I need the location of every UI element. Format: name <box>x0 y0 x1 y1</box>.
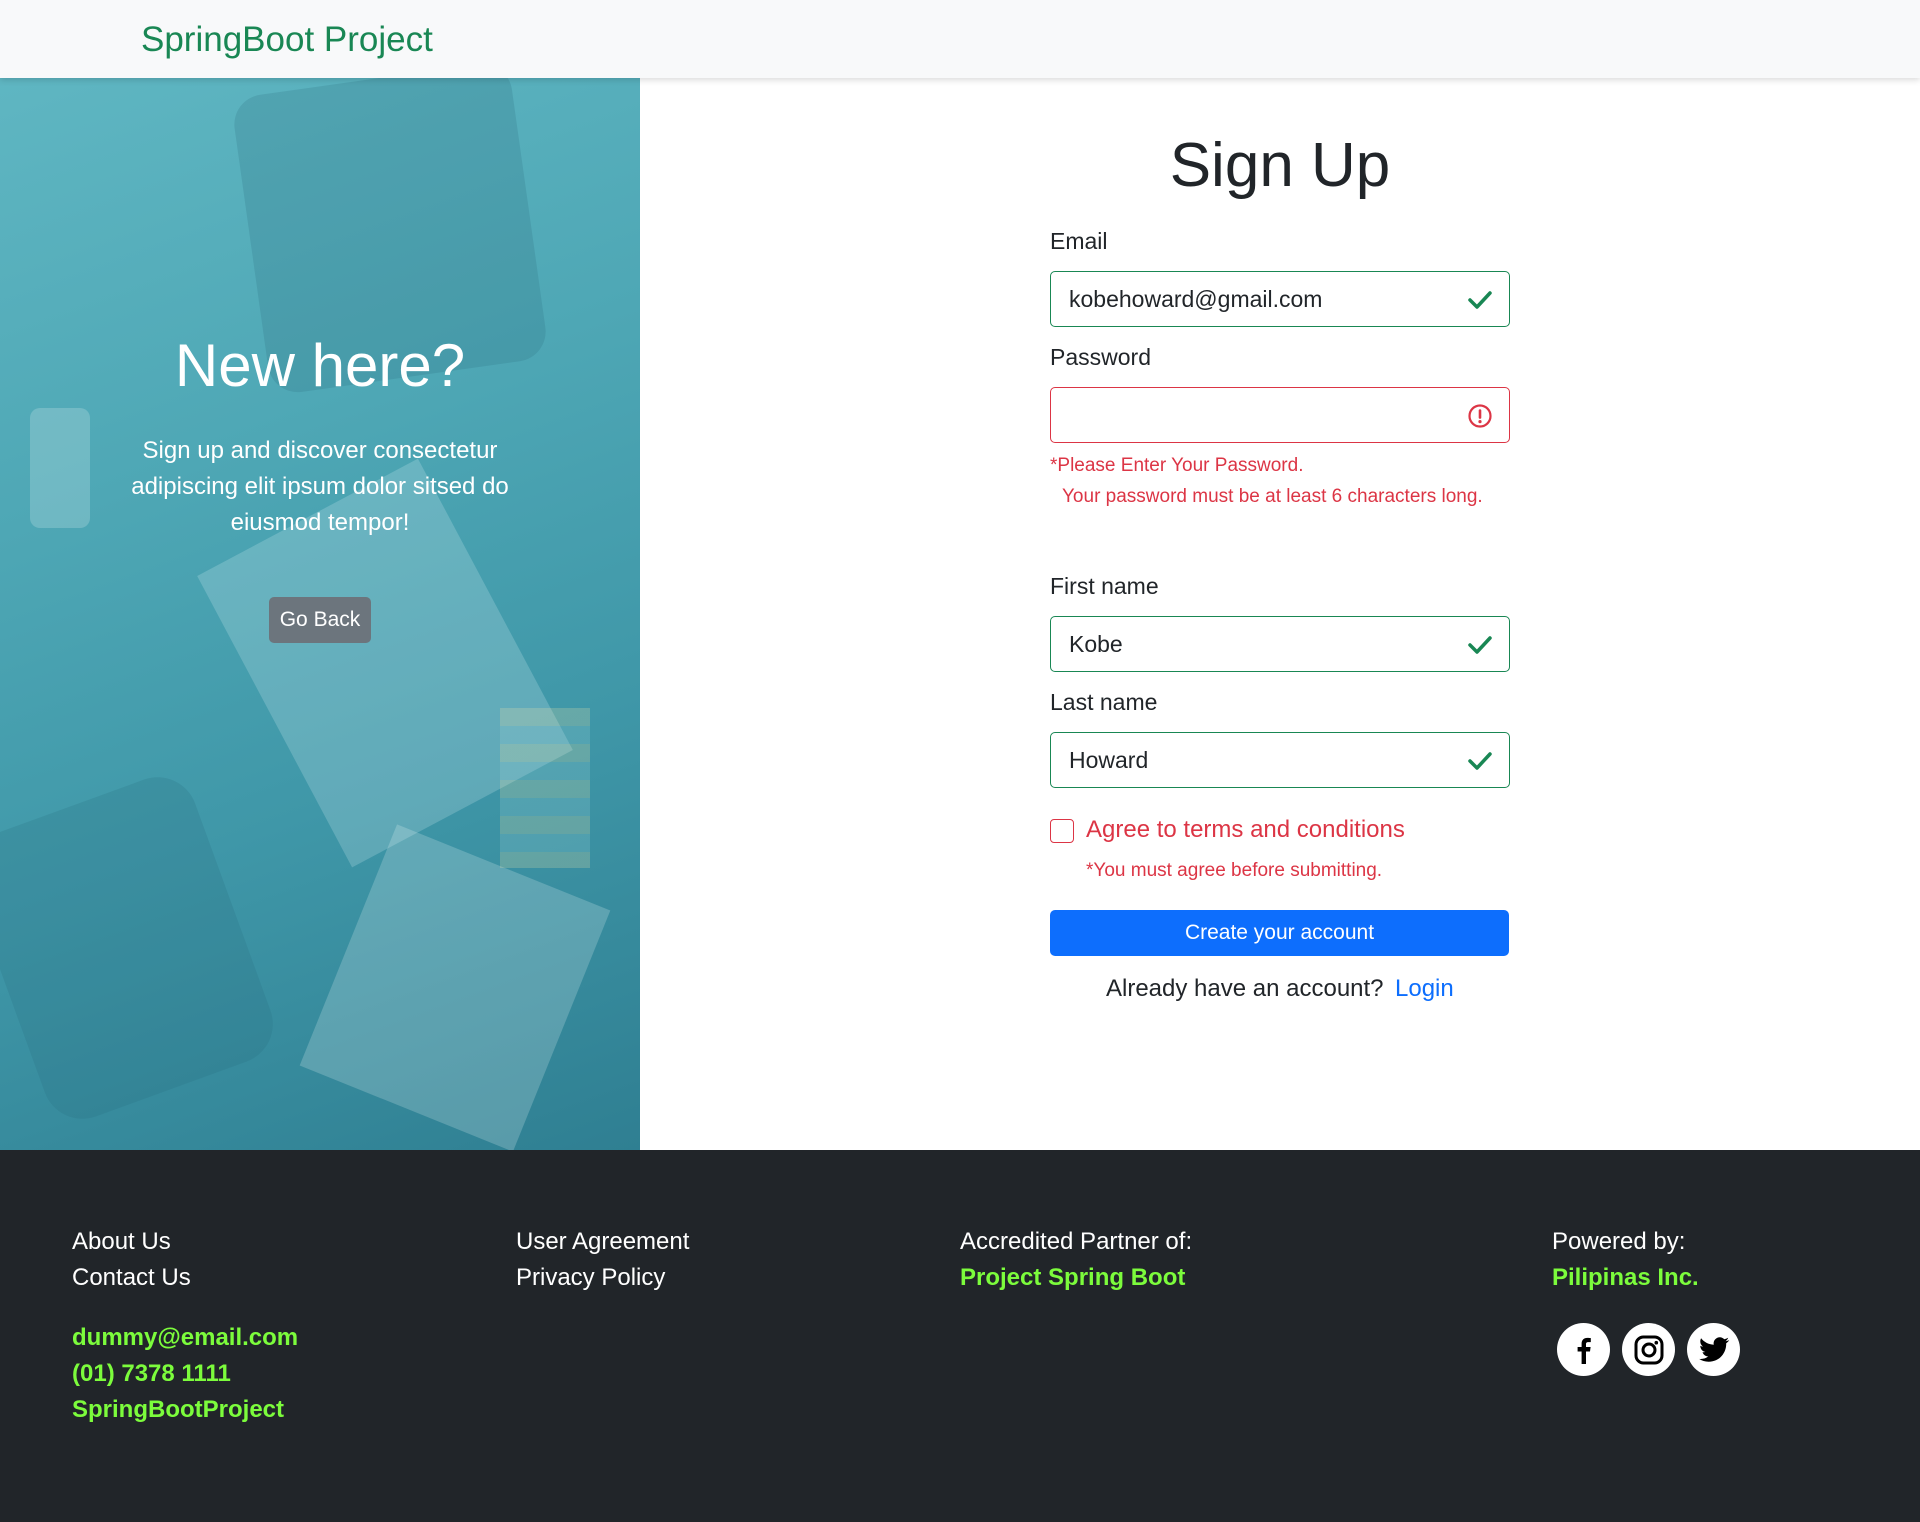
powered-by-label: Powered by: <box>1552 1228 1686 1255</box>
brand-link[interactable]: SpringBoot Project <box>141 20 433 60</box>
privacy-policy-link[interactable]: Privacy Policy <box>516 1264 665 1292</box>
footer-phone: (01) 7378 1111 <box>72 1360 231 1387</box>
go-back-button[interactable]: Go Back <box>269 597 371 643</box>
check-icon <box>1468 752 1492 770</box>
last-name-field[interactable] <box>1069 743 1449 777</box>
twitter-glyph <box>1698 1336 1729 1362</box>
page-title: Sign Up <box>1169 131 1391 200</box>
hero-background-shape <box>500 708 590 868</box>
password-field-wrapper <box>1050 387 1510 443</box>
twitter-icon[interactable] <box>1687 1323 1740 1376</box>
password-required-error: *Please Enter Your Password. <box>1050 455 1304 476</box>
contact-us-link[interactable]: Contact Us <box>72 1264 191 1292</box>
password-field[interactable] <box>1069 398 1449 432</box>
hero-title: New here? <box>174 332 466 399</box>
first-name-field-wrapper <box>1050 616 1510 672</box>
about-us-link[interactable]: About Us <box>72 1228 171 1256</box>
email-field-wrapper <box>1050 271 1510 327</box>
hero-text: Sign up and discover consectetur adipisc… <box>131 437 509 536</box>
hero-background-shape <box>299 824 611 1150</box>
hero-background-shape <box>0 766 285 1130</box>
alert-circle-icon <box>1468 404 1492 428</box>
email-label: Email <box>1050 228 1108 254</box>
check-icon <box>1468 291 1492 309</box>
last-name-label: Last name <box>1050 689 1158 715</box>
hero-panel: New here? Sign up and discover consectet… <box>0 78 640 1150</box>
first-name-label: First name <box>1050 573 1159 599</box>
hero-background-shape <box>30 408 90 528</box>
navbar: SpringBoot Project <box>0 0 1920 78</box>
password-label: Password <box>1050 344 1151 370</box>
terms-label[interactable]: Agree to terms and conditions <box>1086 816 1405 844</box>
login-link[interactable]: Login <box>1395 975 1454 1003</box>
facebook-glyph <box>1577 1337 1591 1364</box>
instagram-glyph <box>1634 1335 1663 1364</box>
instagram-icon[interactable] <box>1622 1323 1675 1376</box>
email-field[interactable] <box>1069 282 1449 316</box>
accredited-partner-label: Accredited Partner of: <box>960 1228 1193 1255</box>
facebook-icon[interactable] <box>1557 1323 1610 1376</box>
footer-email-link[interactable]: dummy@email.com <box>72 1324 298 1352</box>
create-account-button[interactable]: Create your account <box>1050 910 1509 956</box>
company-link[interactable]: Pilipinas Inc. <box>1552 1264 1699 1292</box>
check-icon <box>1468 636 1492 654</box>
user-agreement-link[interactable]: User Agreement <box>516 1228 689 1256</box>
last-name-field-wrapper <box>1050 732 1510 788</box>
terms-error: *You must agree before submitting. <box>1086 860 1383 881</box>
first-name-field[interactable] <box>1069 627 1449 661</box>
already-have-account-text: Already have an account? <box>1106 975 1384 1002</box>
password-length-error: Your password must be at least 6 charact… <box>1062 486 1483 507</box>
partner-link[interactable]: Project Spring Boot <box>960 1264 1185 1292</box>
footer-handle-link[interactable]: SpringBootProject <box>72 1396 284 1424</box>
terms-checkbox[interactable] <box>1050 819 1074 843</box>
